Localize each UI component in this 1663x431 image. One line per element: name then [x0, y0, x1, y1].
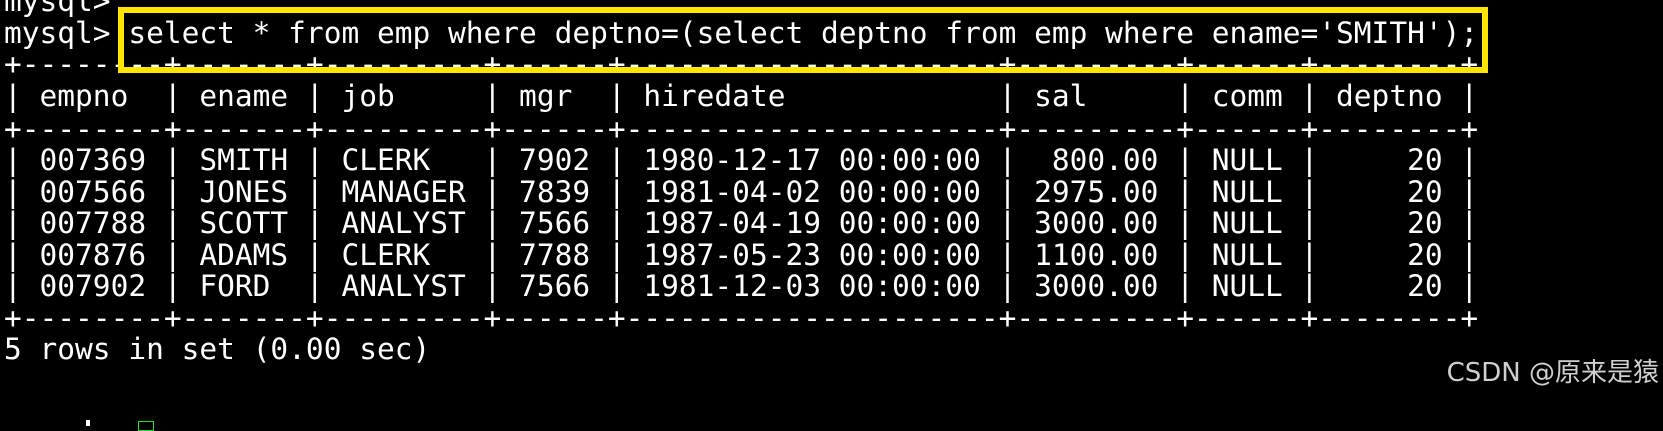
prompt-fragment [86, 420, 90, 426]
query-command-line: mysql> select * from emp where deptno=(s… [4, 15, 1479, 50]
result-summary: 5 rows in set (0.00 sec) [4, 332, 431, 366]
table-border-bottom: +--------+-------+---------+------+-----… [4, 300, 1479, 335]
table-header-row: | empno | ename | job | mgr | hiredate |… [4, 78, 1479, 113]
terminal-output[interactable]: mysql> mysql> select * from emp where de… [4, 0, 1604, 366]
table-row: | 007788 | SCOTT | ANALYST | 7566 | 1987… [4, 206, 1479, 240]
table-row: | 007369 | SMITH | CLERK | 7902 | 1980-1… [4, 143, 1479, 177]
table-border-top: +--------+-------+---------+------+-----… [4, 47, 1479, 81]
table-row: | 007876 | ADAMS | CLERK | 7788 | 1987-0… [4, 237, 1479, 272]
table-row: | 007566 | JONES | MANAGER | 7839 | 1981… [4, 174, 1479, 209]
mysql-prompt-line: mysql> [4, 0, 111, 18]
table-row: | 007902 | FORD | ANALYST | 7566 | 1981-… [4, 269, 1479, 303]
table-header-separator: +--------+-------+---------+------+-----… [4, 111, 1479, 146]
csdn-watermark: CSDN @原来是猿 [1446, 358, 1659, 388]
terminal-cursor [138, 421, 154, 431]
